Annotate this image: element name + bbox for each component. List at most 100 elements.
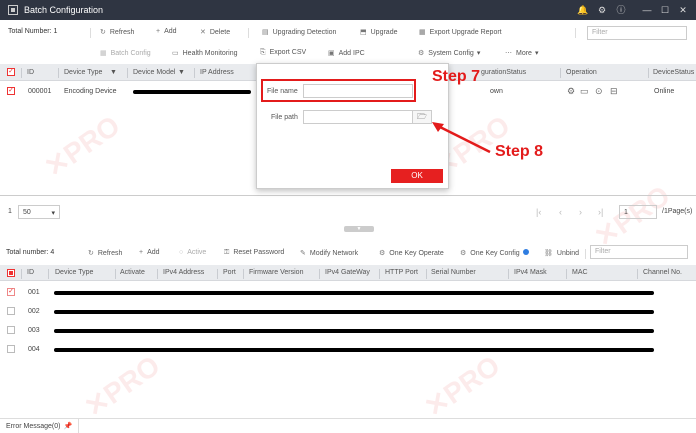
splitter-handle[interactable]: ▼	[344, 226, 374, 232]
col-device-model[interactable]: Device Model	[133, 69, 175, 76]
col-port[interactable]: Port	[223, 269, 236, 276]
more-dropdown[interactable]: ⋯ More ▾	[505, 49, 538, 57]
one-key-config-button[interactable]: ⚙ One Key Config	[460, 249, 529, 257]
settings-icon[interactable]: ⚙	[595, 3, 609, 17]
play-icon[interactable]: ⊙	[595, 86, 603, 97]
step7-label: Step 7	[432, 68, 481, 85]
col-ipv4-address[interactable]: IPv4 Address	[163, 269, 204, 276]
table-row[interactable]: 002	[0, 302, 696, 321]
col-serial-number[interactable]: Serial Number	[431, 269, 476, 276]
col-mac[interactable]: MAC	[572, 269, 588, 276]
col-id[interactable]: ID	[27, 269, 34, 276]
info-icon[interactable]: ⓘ	[614, 3, 628, 17]
remote-icon[interactable]: ⊟	[610, 86, 618, 97]
select-all-checkbox[interactable]: ✓	[7, 68, 15, 76]
app-icon	[8, 5, 18, 15]
maximize-button[interactable]: ☐	[658, 3, 672, 17]
prev-page-icon[interactable]: ‹	[559, 207, 562, 217]
col-configuration-status[interactable]: gurationStatus	[481, 69, 526, 76]
step8-arrow	[432, 122, 491, 154]
col-ipv4-gateway[interactable]: IPv4 GateWay	[325, 269, 370, 276]
table-row[interactable]: 004	[0, 340, 696, 359]
table-row[interactable]: ✓ 001	[0, 283, 696, 302]
gear-icon: ⚙	[379, 250, 386, 257]
row-device-status: Online	[654, 88, 675, 95]
chevron-down-icon: ▾	[51, 210, 55, 217]
page-total: /1Page(s)	[662, 208, 693, 215]
health-monitoring-button[interactable]: ▭ Health Monitoring	[172, 49, 238, 57]
online-table-header: ID Device Type Activate IPv4 Address Por…	[0, 265, 696, 281]
col-operation[interactable]: Operation	[566, 69, 597, 76]
table-row[interactable]: 003	[0, 321, 696, 340]
redacted-bar	[133, 90, 251, 94]
col-ip-address[interactable]: IP Address	[200, 69, 234, 76]
row-checkbox[interactable]	[7, 307, 15, 315]
filter-icon[interactable]: ▼	[110, 69, 117, 76]
main-toolbar: Total Number: 1 ↻ Refresh + Add ✕ Delete ▤ U…	[0, 22, 696, 44]
error-message-tab[interactable]: Error Message(0) 📌	[0, 419, 80, 433]
row-checkbox[interactable]: ✓	[7, 288, 15, 296]
modify-network-button[interactable]: ✎ Modify Network	[300, 249, 358, 257]
refresh-button[interactable]: ↻ Refresh	[100, 28, 134, 36]
monitor-icon[interactable]: ▭	[580, 86, 589, 97]
col-device-status[interactable]: DeviceStatus	[653, 69, 694, 76]
export-upgrade-report-button[interactable]: ▦ Export Upgrade Report	[419, 28, 502, 36]
info-dot-icon	[522, 249, 529, 255]
unbind-button[interactable]: ⛓ Unbind	[544, 249, 579, 257]
delete-button[interactable]: ✕ Delete	[200, 28, 230, 36]
folder-icon[interactable]: 🗁	[412, 110, 432, 124]
filter-input-bottom[interactable]: Filter	[590, 245, 688, 259]
online-devices-toolbar: Total number: 4 ↻ Refresh + Add ○ Active ⚿ R…	[0, 243, 696, 261]
notification-icon[interactable]: 🔔	[576, 3, 590, 17]
batch-config-button[interactable]: ▦ Batch Config	[100, 49, 151, 57]
camera-icon: ▣	[328, 50, 335, 57]
redacted-bar	[54, 310, 654, 314]
col-device-type[interactable]: Device Type	[55, 269, 93, 276]
row-status: own	[490, 88, 503, 95]
reset-password-button[interactable]: ⚿ Reset Password	[224, 249, 284, 257]
row-checkbox[interactable]	[7, 326, 15, 334]
key-icon: ⚿	[224, 249, 230, 256]
upgrade-button[interactable]: ⬒ Upgrade	[360, 28, 397, 36]
next-page-icon[interactable]: ›	[579, 207, 582, 217]
page-input[interactable]: 1	[619, 205, 657, 219]
add-online-button[interactable]: + Add	[139, 249, 160, 256]
col-channel-no[interactable]: Channel No.	[643, 269, 682, 276]
filter-icon[interactable]: ▼	[178, 69, 185, 76]
filter-input-top[interactable]: Filter	[587, 26, 687, 40]
file-path-input[interactable]	[303, 110, 413, 124]
system-config-dropdown[interactable]: ⚙ System Config ▾	[418, 49, 480, 57]
col-ipv4-mask[interactable]: IPv4 Mask	[514, 269, 547, 276]
row-checkbox[interactable]: ✓	[7, 87, 15, 95]
col-id[interactable]: ID	[27, 69, 34, 76]
redacted-bar	[54, 329, 654, 333]
col-device-type[interactable]: Device Type	[64, 69, 102, 76]
minimize-button[interactable]: —	[640, 3, 654, 17]
first-page-icon[interactable]: |‹	[536, 207, 541, 217]
ok-button[interactable]: OK	[391, 169, 443, 183]
activate-button[interactable]: ○ Active	[179, 249, 206, 256]
edit-icon: ✎	[300, 250, 306, 257]
refresh-icon: ↻	[88, 250, 94, 257]
row-id: 002	[28, 308, 40, 315]
one-key-operate-button[interactable]: ⚙ One Key Operate	[379, 249, 444, 257]
per-page-select[interactable]: 50 ▾	[18, 205, 60, 219]
upgrading-detection-button[interactable]: ▤ Upgrading Detection	[262, 28, 336, 36]
select-all-online-checkbox[interactable]	[7, 269, 15, 277]
redacted-bar	[54, 291, 654, 295]
last-page-icon[interactable]: ›|	[598, 207, 603, 217]
col-activate[interactable]: Activate	[120, 269, 145, 276]
row-checkbox[interactable]	[7, 345, 15, 353]
col-http-port[interactable]: HTTP Port	[385, 269, 418, 276]
section-divider	[0, 195, 696, 196]
export-csv-button[interactable]: ⎘ Export CSV	[260, 49, 306, 57]
watermark: ✕PRO	[38, 109, 126, 184]
col-firmware-version[interactable]: Firmware Version	[249, 269, 303, 276]
add-ipc-button[interactable]: ▣ Add IPC	[328, 49, 365, 57]
gear-icon[interactable]: ⚙	[567, 86, 575, 97]
add-button[interactable]: + Add	[156, 28, 177, 35]
chevron-down-icon: ▾	[534, 50, 539, 57]
step8-label: Step 8	[495, 143, 544, 160]
refresh-online-button[interactable]: ↻ Refresh	[88, 249, 122, 257]
close-button[interactable]: ✕	[676, 3, 690, 17]
